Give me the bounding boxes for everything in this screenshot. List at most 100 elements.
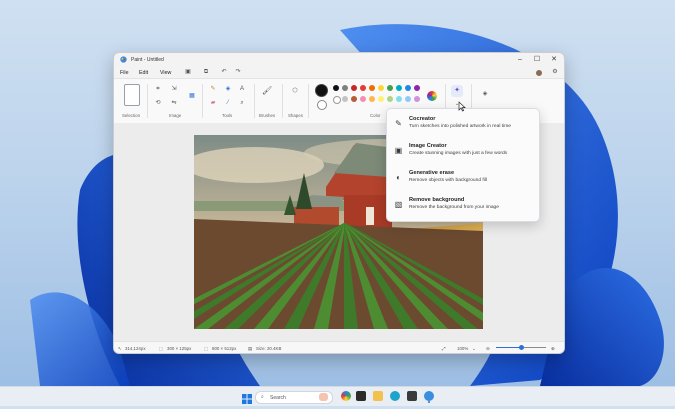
menu-item-image-creator[interactable]: ▣ Image Creator Create stunning images w… <box>387 139 539 165</box>
group-label-shapes: Shapes <box>288 113 303 118</box>
ribbon-divider <box>308 84 309 118</box>
brush-icon[interactable]: 🖌 <box>262 87 272 95</box>
layers-icon[interactable]: ◈ <box>481 90 489 98</box>
zoom-slider-fill <box>496 347 521 348</box>
color-swatch[interactable] <box>396 96 402 102</box>
zoom-out-icon[interactable]: ⊖ <box>486 346 490 352</box>
menu-item-generative-erase[interactable]: ◐ Generative erase Remove objects with b… <box>387 166 539 192</box>
color-swatch[interactable] <box>360 96 366 102</box>
secondary-color[interactable] <box>317 100 327 110</box>
color-swatch[interactable] <box>378 96 384 102</box>
pencil-icon[interactable]: ✎ <box>209 85 217 93</box>
file-size-icon: ▤ <box>248 346 253 351</box>
color-picker-icon[interactable]: ⁄ <box>224 99 232 107</box>
title-bar[interactable]: Paint - Untitled – ☐ ✕ <box>114 53 564 66</box>
group-label-selection: Selection <box>122 113 141 118</box>
color-wheel-icon[interactable] <box>427 91 437 101</box>
color-swatch[interactable] <box>351 85 357 91</box>
ribbon-divider <box>147 84 148 118</box>
paint-taskbar-icon[interactable] <box>424 391 434 401</box>
mouse-pointer-icon <box>458 101 466 112</box>
ribbon-divider <box>282 84 283 118</box>
paint-app-icon <box>120 56 127 63</box>
color-swatch[interactable] <box>342 96 348 102</box>
minimize-icon[interactable]: – <box>511 54 529 65</box>
fit-to-window-icon[interactable]: ⤢ <box>442 346 446 351</box>
ribbon-divider <box>202 84 203 118</box>
selection-tool[interactable] <box>124 84 140 106</box>
avatar[interactable] <box>536 70 542 76</box>
zoom-slider-thumb[interactable] <box>518 345 524 350</box>
settings-gear-icon[interactable]: ⚙ <box>551 69 559 76</box>
group-label-image: Image <box>169 113 182 118</box>
search-placeholder: Search <box>270 395 286 401</box>
color-swatch[interactable] <box>396 85 402 91</box>
color-swatch[interactable] <box>405 85 411 91</box>
start-button[interactable] <box>242 391 252 404</box>
menu-item-remove-background[interactable]: ▧ Remove background Remove the backgroun… <box>387 193 539 219</box>
eraser-icon[interactable]: ▰ <box>209 99 217 107</box>
status-bar: ↖ 314,124px ⬚ 300 × 125px ⬚ 800 × 512px … <box>114 341 564 353</box>
generative-erase-icon: ◐ <box>396 173 401 182</box>
menu-view[interactable]: View <box>160 70 171 76</box>
cocreator-icon: ✎ <box>395 119 402 128</box>
color-swatch[interactable] <box>333 85 339 91</box>
text-icon[interactable]: A <box>238 85 246 93</box>
menu-item-title: Image Creator <box>409 143 447 149</box>
image-select-icon[interactable]: ▦ <box>188 92 196 100</box>
remove-background-icon: ▧ <box>394 200 403 209</box>
menu-item-title: Generative erase <box>409 170 455 176</box>
primary-color[interactable] <box>315 84 328 97</box>
menu-item-description: Remove objects with background fill <box>409 178 488 183</box>
chevron-down-icon[interactable]: ⌄ <box>472 346 476 352</box>
color-swatch[interactable] <box>342 85 348 91</box>
shapes-icon[interactable]: ⬡ <box>291 87 299 95</box>
share-icon[interactable]: ⧉ <box>202 69 210 76</box>
color-swatch[interactable] <box>378 85 384 91</box>
color-swatch[interactable] <box>369 85 375 91</box>
canvas-size-icon: ⬚ <box>204 346 209 351</box>
undo-icon[interactable]: ↶ <box>220 69 228 76</box>
resize-icon[interactable]: ⇲ <box>170 85 178 93</box>
image-creator-icon: ▣ <box>394 146 403 155</box>
flip-icon[interactable]: ⇋ <box>170 99 178 107</box>
color-swatch[interactable] <box>351 96 357 102</box>
cursor-position: 314,124px <box>125 346 146 351</box>
menu-edit[interactable]: Edit <box>139 70 148 76</box>
close-icon[interactable]: ✕ <box>545 54 563 65</box>
menu-file[interactable]: File <box>120 70 129 76</box>
file-explorer-icon[interactable] <box>373 391 383 401</box>
task-view-icon[interactable] <box>356 391 366 401</box>
color-swatch[interactable] <box>387 96 393 102</box>
edge-icon[interactable] <box>390 391 400 401</box>
zoom-select[interactable]: 100% <box>457 346 468 351</box>
rotate-icon[interactable]: ⟲ <box>154 99 162 107</box>
taskbar-search[interactable]: ⌕ Search <box>255 391 333 404</box>
color-swatch[interactable] <box>414 96 420 102</box>
zoom-in-icon[interactable]: ⊕ <box>551 346 555 352</box>
redo-icon[interactable]: ↷ <box>234 69 242 76</box>
color-swatch[interactable] <box>360 85 366 91</box>
menu-item-description: Create stunning images with just a few w… <box>409 151 508 156</box>
color-swatch[interactable] <box>414 85 420 91</box>
store-icon[interactable] <box>407 391 417 401</box>
color-swatch[interactable] <box>369 96 375 102</box>
ribbon-divider <box>254 84 255 118</box>
maximize-icon[interactable]: ☐ <box>528 54 546 65</box>
group-label-brushes: Brushes <box>259 113 276 118</box>
copilot-menu: ✎ Cocreator Turn sketches into polished … <box>386 108 540 222</box>
fill-icon[interactable]: ◈ <box>224 85 232 93</box>
crop-icon[interactable]: ⌗ <box>154 85 162 93</box>
magnifier-icon[interactable]: ⌕ <box>238 99 246 107</box>
group-label-tools: Tools <box>222 113 233 118</box>
menu-item-title: Remove background <box>409 197 465 203</box>
copilot-taskbar-icon[interactable] <box>341 391 351 401</box>
color-swatch[interactable] <box>387 85 393 91</box>
color-swatch[interactable] <box>333 96 341 104</box>
color-swatch[interactable] <box>405 96 411 102</box>
window-title: Paint - Untitled <box>131 57 164 63</box>
menu-item-cocreator[interactable]: ✎ Cocreator Turn sketches into polished … <box>387 112 539 138</box>
windows-logo-icon <box>242 394 252 404</box>
save-icon[interactable]: ▣ <box>184 69 192 76</box>
selection-icon: ⬚ <box>159 346 164 351</box>
